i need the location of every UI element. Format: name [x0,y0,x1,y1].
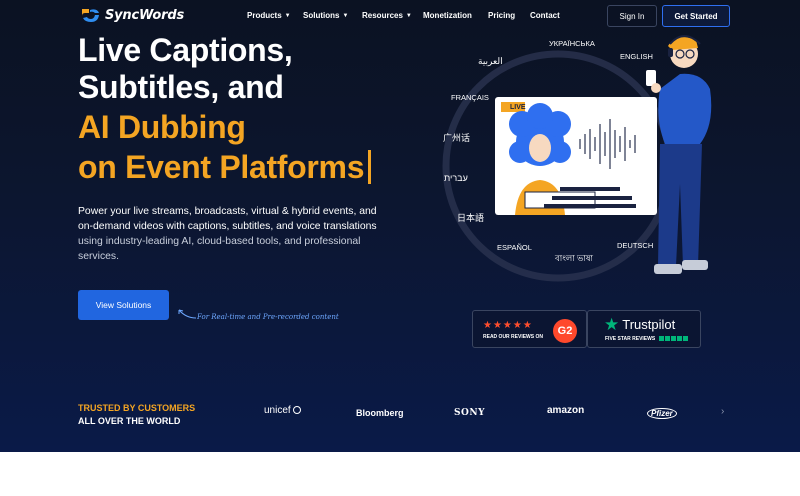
g2-badge-label: READ OUR REVIEWS ON [483,334,544,340]
nav-pricing[interactable]: Pricing [488,11,530,20]
trustpilot-name: Trustpilot [622,317,676,332]
nav-monetization[interactable]: Monetization [423,11,488,20]
trustpilot-star-icon: ★ [604,315,620,334]
chevron-down-icon: ▼ [284,12,291,19]
g2-logo: G2 [553,319,577,343]
lang-cantonese: 广州话 [443,133,471,143]
nav-resources-label: Resources [362,11,403,20]
logo-unicef: unicef [264,405,302,416]
trusted-heading-1: TRUSTED BY CUSTOMERS [78,403,196,413]
trustpilot-label: FIVE STAR REVIEWS [605,336,656,342]
logo-unicef-text: unicef [264,405,291,416]
cta-note: For Real-time and Pre-recorded content [197,313,339,321]
headline-line-1: Live Captions, [78,32,293,68]
hero-description: Power your live streams, broadcasts, vir… [78,204,388,264]
nav-contact-label: Contact [530,11,560,20]
logo-pfizer: Pfizer [647,408,677,419]
hero-illustration: LIVE УКРАЇНСЬКА ENGLISH العربية FRANÇAIS… [440,34,740,294]
chevron-down-icon: ▼ [405,12,412,19]
main-nav: Products ▼ Solutions ▼ Resources ▼ Monet… [247,11,560,20]
logo-amazon: amazon [547,405,585,416]
headline-line-3: AI Dubbing [78,109,246,145]
headline-line-4: on Event Platforms [78,147,372,187]
syncwords-logo-icon [82,9,99,22]
nav-solutions-label: Solutions [303,11,340,20]
get-started-button[interactable]: Get Started [662,5,730,27]
brand-logo[interactable]: SyncWords [79,6,184,24]
five-stars-icon: ★★★★★ [483,320,533,331]
chevron-down-icon: ▼ [342,12,349,19]
lang-english: ENGLISH [620,52,653,61]
lang-arabic: العربية [478,56,503,66]
trustpilot-stars-icon [659,336,688,341]
nav-contact[interactable]: Contact [530,11,560,20]
g2-review-badge[interactable]: ★★★★★ READ OUR REVIEWS ON G2 [472,310,587,348]
view-solutions-button[interactable]: View Solutions [78,290,169,320]
lang-spanish: ESPAÑOL [497,243,532,252]
headline-line-4-text: on Event Platforms [78,149,365,185]
lang-ukrainian: УКРАЇНСЬКА [549,39,595,48]
nav-pricing-label: Pricing [488,11,516,20]
hero-description-main: Power your live streams, broadcasts, vir… [78,206,377,232]
nav-products-label: Products [247,11,282,20]
lang-german: DEUTSCH [617,241,654,250]
trusted-heading-2: ALL OVER THE WORLD [78,416,181,426]
nav-products[interactable]: Products ▼ [247,11,303,20]
trustpilot-brand: ★ Trustpilot [604,316,675,333]
nav-solutions[interactable]: Solutions ▼ [303,11,362,20]
curved-arrow-icon [178,309,197,319]
hero-description-tail: using industry-leading AI, cloud-based t… [78,236,361,262]
chevron-right-icon[interactable]: › [721,406,724,417]
trustpilot-badge[interactable]: ★ Trustpilot FIVE STAR REVIEWS [587,310,701,348]
nav-resources[interactable]: Resources ▼ [362,11,423,20]
headline-line-2: Subtitles, and [78,69,284,105]
live-badge: LIVE [510,104,526,111]
lang-french: FRANÇAIS [451,93,489,102]
page-below-fold [0,452,800,496]
lang-hebrew: עברית [444,173,468,183]
logo-sony: SONY [454,408,485,418]
nav-monetization-label: Monetization [423,11,472,20]
sign-in-button[interactable]: Sign In [607,5,657,27]
lang-japanese: 日本語 [457,213,485,223]
lang-bengali: বাংলা ভাষা [555,253,593,263]
logo-bloomberg: Bloomberg [356,408,404,418]
hero-section: SyncWords Products ▼ Solutions ▼ Resourc… [0,0,800,452]
brand-name: SyncWords [105,7,185,23]
typing-cursor [368,150,372,184]
unicef-globe-icon [293,406,302,414]
